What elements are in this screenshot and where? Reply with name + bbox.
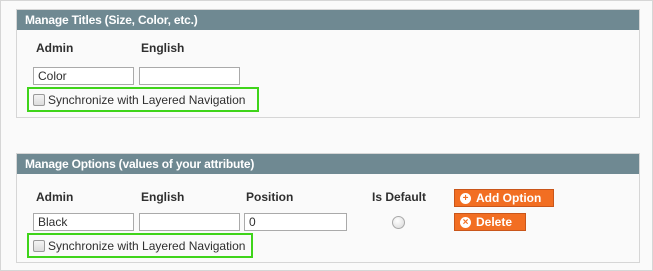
option-english-input[interactable] bbox=[139, 213, 240, 231]
attribute-editor: Manage Titles (Size, Color, etc.) Admin … bbox=[0, 0, 653, 271]
options-english-column-label: English bbox=[141, 190, 185, 204]
add-option-label: Add Option bbox=[476, 191, 542, 205]
option-admin-input[interactable] bbox=[33, 213, 134, 231]
options-position-column-label: Position bbox=[246, 190, 294, 204]
options-sync-checkbox[interactable] bbox=[33, 239, 45, 252]
titles-sync-checkbox[interactable] bbox=[33, 93, 45, 106]
plus-circle-icon: + bbox=[460, 192, 471, 204]
delete-option-button[interactable]: × Delete bbox=[454, 213, 526, 231]
options-sync-label: Synchronize with Layered Navigation bbox=[48, 238, 246, 253]
add-option-button[interactable]: + Add Option bbox=[454, 189, 554, 207]
x-circle-icon: × bbox=[460, 216, 471, 228]
titles-sync-highlight: Synchronize with Layered Navigation bbox=[27, 87, 259, 112]
manage-options-section: Manage Options (values of your attribute… bbox=[16, 153, 640, 263]
options-is-default-column-label: Is Default bbox=[372, 190, 427, 204]
options-admin-column-label: Admin bbox=[36, 190, 74, 204]
titles-english-input[interactable] bbox=[139, 67, 240, 85]
titles-sync-label: Synchronize with Layered Navigation bbox=[48, 92, 246, 107]
titles-english-column-label: English bbox=[141, 41, 185, 55]
titles-admin-column-label: Admin bbox=[36, 41, 74, 55]
option-position-input[interactable] bbox=[244, 213, 347, 231]
delete-option-label: Delete bbox=[476, 215, 513, 229]
manage-titles-section: Manage Titles (Size, Color, etc.) Admin … bbox=[16, 9, 640, 118]
titles-admin-input[interactable] bbox=[33, 67, 134, 85]
option-is-default-radio[interactable] bbox=[392, 216, 405, 229]
manage-options-header: Manage Options (values of your attribute… bbox=[17, 154, 639, 174]
manage-titles-header: Manage Titles (Size, Color, etc.) bbox=[17, 10, 639, 30]
options-sync-highlight: Synchronize with Layered Navigation bbox=[27, 233, 253, 258]
